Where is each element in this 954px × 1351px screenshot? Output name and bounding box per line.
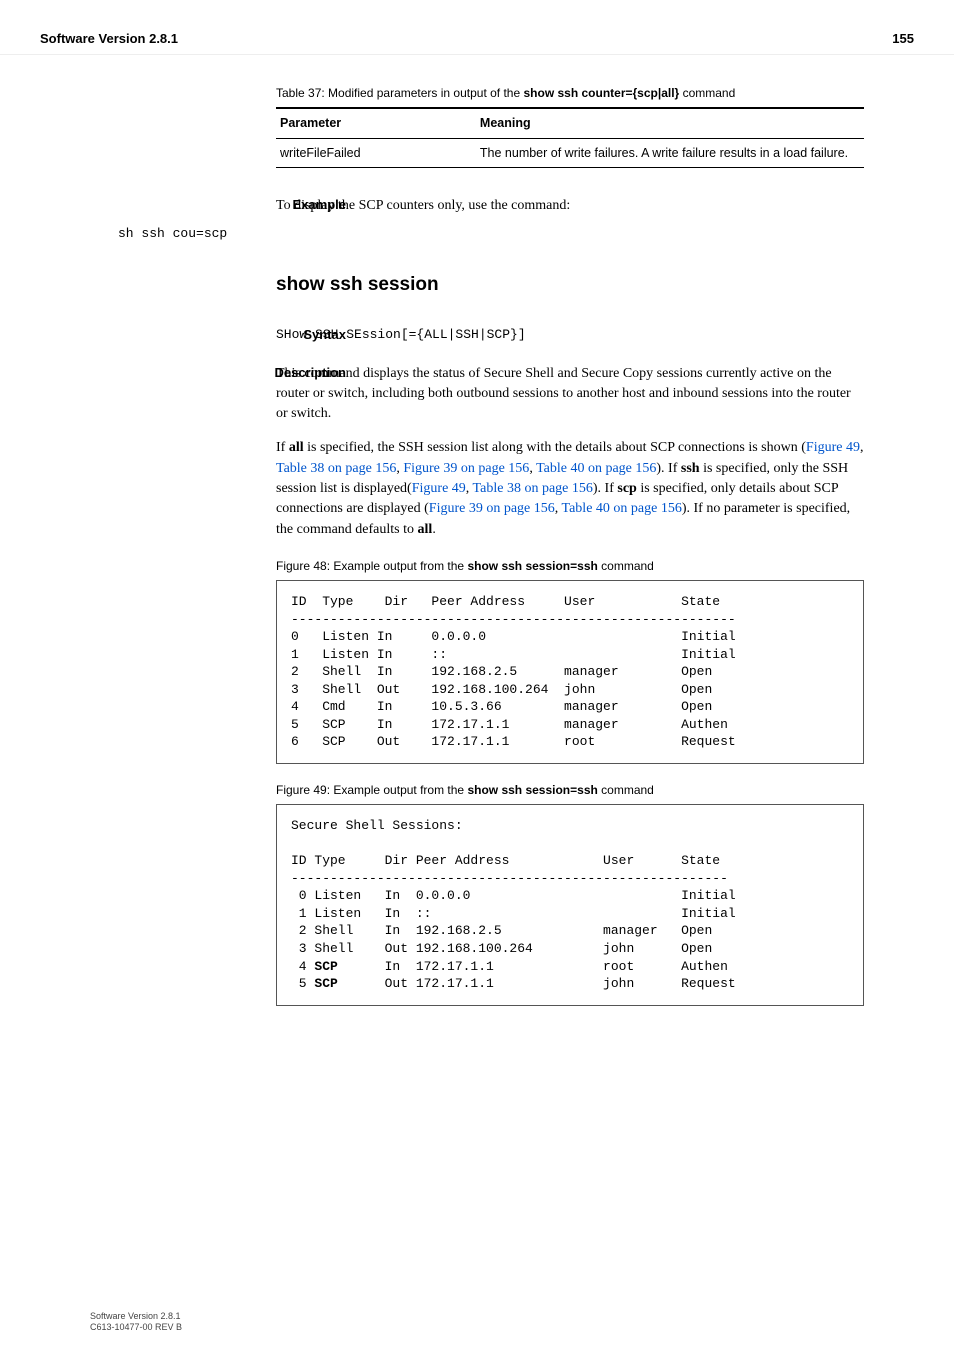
syntax-label: Syntax bbox=[180, 326, 356, 344]
link-table40b[interactable]: Table 40 on page 156 bbox=[562, 501, 682, 516]
table37: Parameter Meaning writeFileFailed The nu… bbox=[276, 107, 864, 169]
table37-param: writeFileFailed bbox=[276, 138, 476, 168]
link-table38b[interactable]: Table 38 on page 156 bbox=[473, 481, 593, 496]
link-table40a[interactable]: Table 40 on page 156 bbox=[536, 461, 656, 476]
fig49-caption: Figure 49: Example output from the show … bbox=[276, 782, 864, 798]
table37-col1: Parameter bbox=[276, 108, 476, 138]
link-figure39b[interactable]: Figure 39 on page 156 bbox=[429, 501, 555, 516]
example-label: Example bbox=[180, 196, 356, 214]
syntax-code: SHow SSH SEssion[={ALL|SSH|SCP}] bbox=[276, 326, 864, 344]
footer-line2: C613-10477-00 REV B bbox=[90, 1322, 182, 1333]
fig48-output: ID Type Dir Peer Address User State ----… bbox=[276, 580, 864, 764]
link-table38a[interactable]: Table 38 on page 156 bbox=[276, 461, 396, 476]
link-figure49a[interactable]: Figure 49 bbox=[806, 440, 860, 455]
table37-col2: Meaning bbox=[476, 108, 864, 138]
description-para1: This command displays the status of Secu… bbox=[276, 364, 864, 425]
link-figure39a[interactable]: Figure 39 on page 156 bbox=[403, 461, 529, 476]
description-label: Description bbox=[180, 364, 356, 382]
example-code: sh ssh cou=scp bbox=[118, 225, 864, 243]
fig49-output: Secure Shell Sessions: ID Type Dir Peer … bbox=[276, 804, 864, 1005]
section-title: show ssh session bbox=[276, 272, 864, 298]
table-row: writeFileFailed The number of write fail… bbox=[276, 138, 864, 168]
example-text: To display the SCP counters only, use th… bbox=[276, 196, 864, 216]
footer-line1: Software Version 2.8.1 bbox=[90, 1311, 182, 1322]
table37-caption-bold: show ssh counter={scp|all} bbox=[523, 86, 679, 100]
page-header: Software Version 2.8.1 155 bbox=[0, 24, 954, 55]
page-number: 155 bbox=[892, 30, 914, 48]
description-para2: If all is specified, the SSH session lis… bbox=[276, 438, 864, 539]
link-figure49b[interactable]: Figure 49 bbox=[412, 481, 466, 496]
table37-caption-suffix: command bbox=[679, 86, 735, 100]
table37-meaning: The number of write failures. A write fa… bbox=[476, 138, 864, 168]
table37-caption-prefix: Table 37: Modified parameters in output … bbox=[276, 86, 523, 100]
header-title: Software Version 2.8.1 bbox=[40, 30, 178, 48]
table37-caption: Table 37: Modified parameters in output … bbox=[276, 85, 864, 101]
page-footer: Software Version 2.8.1 C613-10477-00 REV… bbox=[90, 1311, 182, 1333]
fig48-caption: Figure 48: Example output from the show … bbox=[276, 558, 864, 574]
